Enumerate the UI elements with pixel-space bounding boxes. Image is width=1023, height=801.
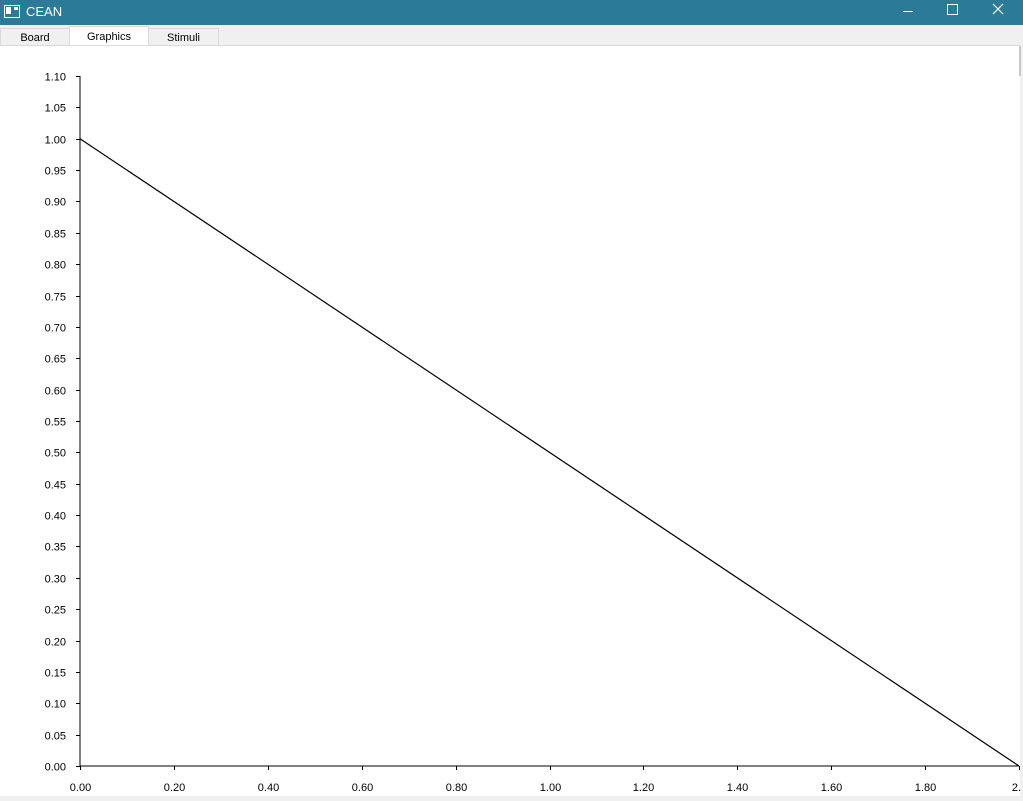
line-chart: 0.00 0.05 0.10 0.15 0.20 0.25 0.30 0.35 0.40 0.45… <box>45 72 1023 795</box>
app-icon <box>4 5 20 18</box>
x-tick-label: 2.0 <box>1012 782 1020 794</box>
y-tick-label: 0.15 <box>45 668 66 680</box>
y-tick-label: 0.75 <box>45 292 66 304</box>
y-tick-label: 0.80 <box>45 260 66 272</box>
y-tick-label: 0.55 <box>45 417 66 429</box>
x-tick-label: 0.60 <box>352 782 373 794</box>
x-tick-label: 0.80 <box>446 782 467 794</box>
y-tick-label: 0.00 <box>45 762 66 774</box>
y-tick-label: 0.10 <box>45 699 66 711</box>
y-tick-label: 0.35 <box>45 542 66 554</box>
minimize-button[interactable] <box>885 0 931 25</box>
x-tick-label: 0.20 <box>164 782 185 794</box>
y-tick-label: 0.30 <box>45 574 66 586</box>
y-tick-label: 1.05 <box>45 103 66 115</box>
y-tick-label: 0.40 <box>45 511 66 523</box>
y-tick-label: 0.70 <box>45 323 66 335</box>
maximize-icon <box>947 4 958 15</box>
y-tick-label: 0.25 <box>45 605 66 617</box>
x-tick-label: 1.20 <box>633 782 654 794</box>
y-tick-label: 0.95 <box>45 166 66 178</box>
y-tick-label: 0.45 <box>45 480 66 492</box>
series-line <box>79 138 1020 767</box>
y-tick-label: 1.00 <box>45 135 66 147</box>
window-title: CEAN <box>26 4 63 19</box>
close-button[interactable] <box>976 0 1022 25</box>
y-tick-label: 0.90 <box>45 197 66 209</box>
y-tick-label: 1.10 <box>45 72 66 84</box>
x-tick-label: 1.80 <box>915 782 936 794</box>
x-tick-label: 0.00 <box>70 782 91 794</box>
scrollbar[interactable] <box>1019 46 1021 76</box>
close-icon <box>992 3 1004 15</box>
x-tick-label: 0.40 <box>258 782 279 794</box>
graphics-panel: 0.00 0.05 0.10 0.15 0.20 0.25 0.30 0.35 0.40 0.45… <box>0 45 1023 796</box>
x-tick-label: 1.60 <box>821 782 842 794</box>
title-bar[interactable]: CEAN <box>0 0 1023 25</box>
y-tick-label: 0.60 <box>45 386 66 398</box>
app-window: CEAN Board Stimuli Graphics 0.00 0.05 0.10… <box>0 0 1023 797</box>
y-tick-label: 0.20 <box>45 637 66 649</box>
tab-stimuli[interactable]: Stimuli <box>148 28 219 46</box>
minimize-icon <box>903 11 913 12</box>
y-tick-label: 0.50 <box>45 448 66 460</box>
tab-graphics[interactable]: Graphics <box>69 26 149 46</box>
tab-bar: Board Stimuli Graphics <box>0 25 1023 46</box>
y-tick-label: 0.05 <box>45 731 66 743</box>
y-tick-label: 0.65 <box>45 354 66 366</box>
tab-board[interactable]: Board <box>0 28 70 46</box>
x-tick-label: 1.00 <box>540 782 561 794</box>
y-tick-label: 0.85 <box>45 229 66 241</box>
maximize-button[interactable] <box>930 0 976 25</box>
x-tick-label: 1.40 <box>727 782 748 794</box>
